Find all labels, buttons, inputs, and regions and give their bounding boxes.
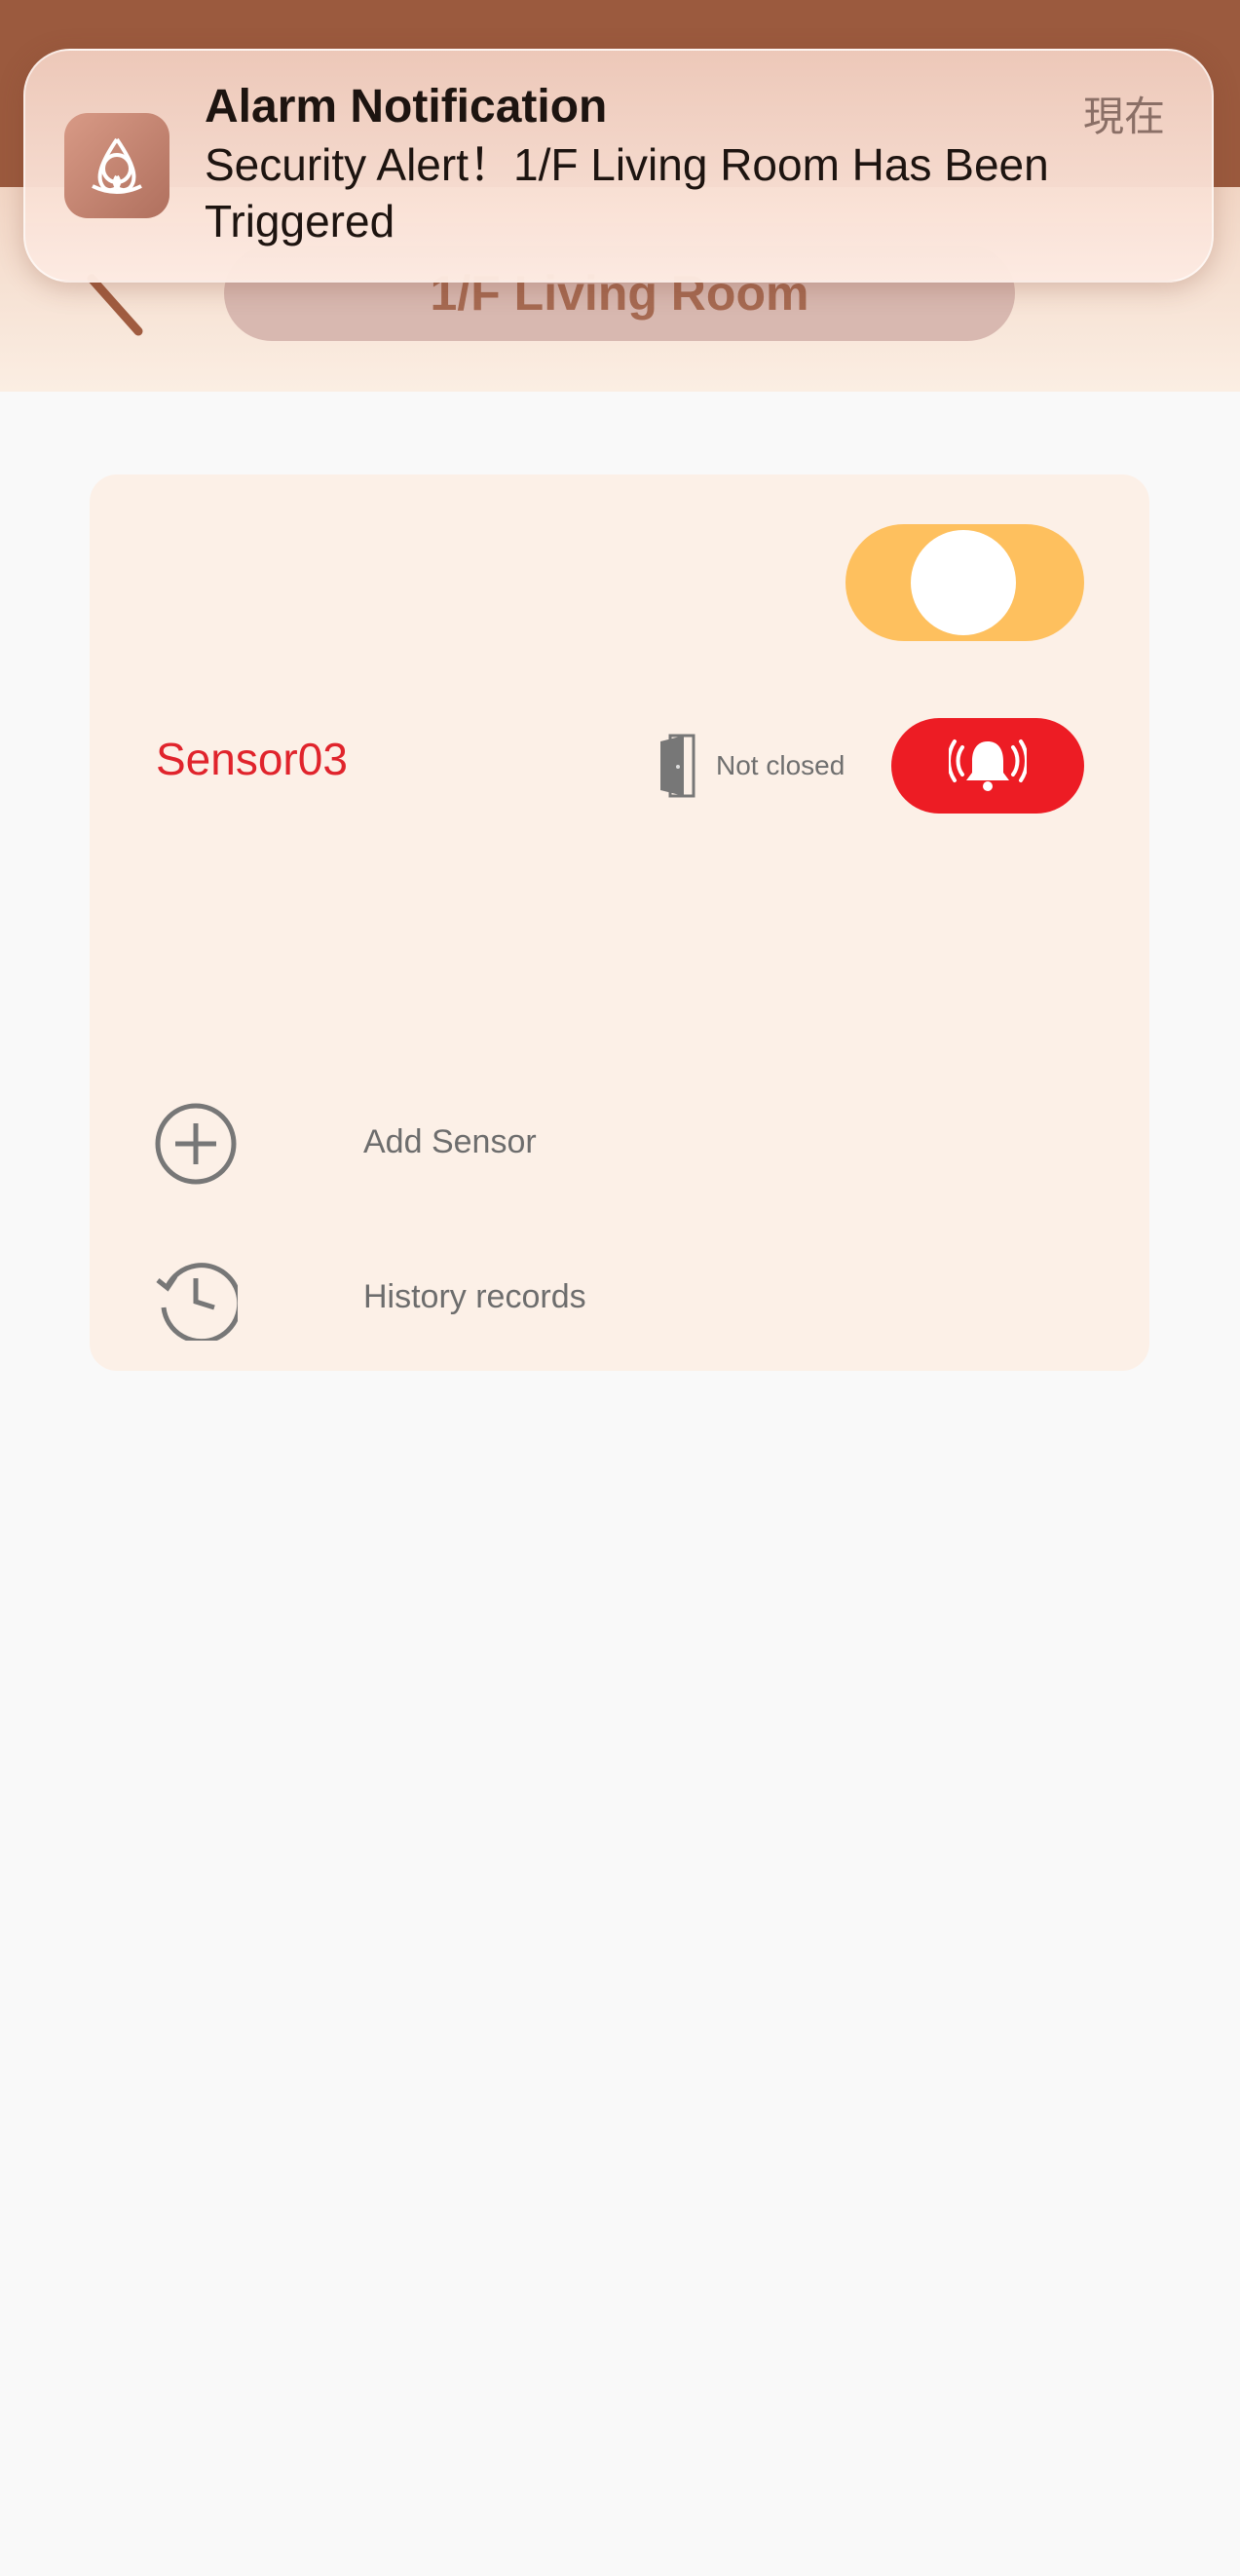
history-records-label: History records xyxy=(363,1278,586,1315)
toggle-knob xyxy=(911,530,1016,635)
sensor-name[interactable]: Sensor03 xyxy=(156,733,348,785)
sensor-status: Not closed xyxy=(716,750,845,780)
notification-title: Alarm Notification xyxy=(205,81,608,133)
history-records-row[interactable]: History records xyxy=(154,1257,738,1341)
room-card: Sensor03 Not closed Add Sensor History r… xyxy=(90,474,1149,1371)
add-circle-icon xyxy=(155,1103,237,1185)
triquetra-icon xyxy=(64,113,169,218)
history-icon xyxy=(156,1263,238,1341)
arm-toggle[interactable] xyxy=(845,524,1084,641)
notification-time: 現在 xyxy=(1082,93,1165,140)
add-sensor-row[interactable]: Add Sensor xyxy=(154,1102,738,1186)
alarm-button[interactable] xyxy=(891,718,1084,814)
add-sensor-label: Add Sensor xyxy=(363,1123,537,1160)
alarm-bell-icon xyxy=(949,739,1027,791)
notification-message: Security Alert！1/F Living Room Has Been … xyxy=(205,139,1049,246)
door-open-icon xyxy=(660,734,695,798)
alarm-notification-banner[interactable]: Alarm Notification 現在 Security Alert！1/F… xyxy=(23,49,1214,283)
